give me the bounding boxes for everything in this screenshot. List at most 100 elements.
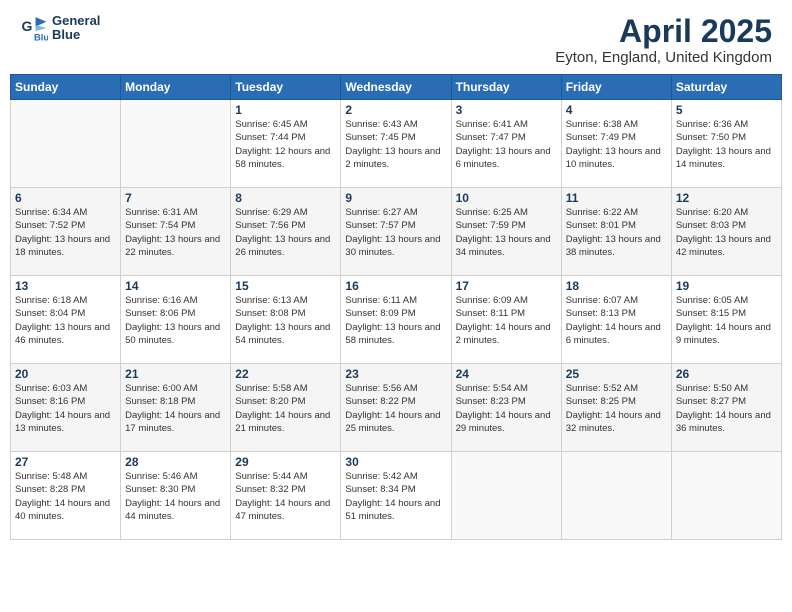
calendar-cell: 4Sunrise: 6:38 AM Sunset: 7:49 PM Daylig… [561, 100, 671, 188]
day-info: Sunrise: 6:05 AM Sunset: 8:15 PM Dayligh… [676, 294, 777, 347]
logo-line2: Blue [52, 28, 100, 42]
logo: G Blue General Blue [20, 14, 100, 43]
calendar-cell [561, 452, 671, 540]
calendar-header: SundayMondayTuesdayWednesdayThursdayFrid… [11, 75, 782, 100]
day-info: Sunrise: 6:18 AM Sunset: 8:04 PM Dayligh… [15, 294, 116, 347]
day-number: 8 [235, 191, 336, 205]
day-number: 6 [15, 191, 116, 205]
calendar-cell [671, 452, 781, 540]
week-row-2: 6Sunrise: 6:34 AM Sunset: 7:52 PM Daylig… [11, 188, 782, 276]
header-right: April 2025 Eyton, England, United Kingdo… [555, 14, 772, 66]
day-number: 15 [235, 279, 336, 293]
day-number: 9 [345, 191, 446, 205]
day-info: Sunrise: 5:54 AM Sunset: 8:23 PM Dayligh… [456, 382, 557, 435]
calendar-cell: 21Sunrise: 6:00 AM Sunset: 8:18 PM Dayli… [121, 364, 231, 452]
logo-text: General Blue [52, 14, 100, 43]
svg-text:G: G [22, 18, 33, 34]
calendar-table: SundayMondayTuesdayWednesdayThursdayFrid… [10, 74, 782, 540]
day-info: Sunrise: 6:31 AM Sunset: 7:54 PM Dayligh… [125, 206, 226, 259]
calendar: SundayMondayTuesdayWednesdayThursdayFrid… [0, 74, 792, 612]
day-number: 2 [345, 103, 446, 117]
day-info: Sunrise: 6:38 AM Sunset: 7:49 PM Dayligh… [566, 118, 667, 171]
day-info: Sunrise: 6:13 AM Sunset: 8:08 PM Dayligh… [235, 294, 336, 347]
day-info: Sunrise: 5:58 AM Sunset: 8:20 PM Dayligh… [235, 382, 336, 435]
day-info: Sunrise: 6:20 AM Sunset: 8:03 PM Dayligh… [676, 206, 777, 259]
day-info: Sunrise: 6:29 AM Sunset: 7:56 PM Dayligh… [235, 206, 336, 259]
calendar-cell: 3Sunrise: 6:41 AM Sunset: 7:47 PM Daylig… [451, 100, 561, 188]
calendar-cell: 20Sunrise: 6:03 AM Sunset: 8:16 PM Dayli… [11, 364, 121, 452]
calendar-cell: 13Sunrise: 6:18 AM Sunset: 8:04 PM Dayli… [11, 276, 121, 364]
weekday-header-thursday: Thursday [451, 75, 561, 100]
calendar-cell: 24Sunrise: 5:54 AM Sunset: 8:23 PM Dayli… [451, 364, 561, 452]
day-info: Sunrise: 5:44 AM Sunset: 8:32 PM Dayligh… [235, 470, 336, 523]
day-info: Sunrise: 6:00 AM Sunset: 8:18 PM Dayligh… [125, 382, 226, 435]
logo-icon: G Blue [20, 14, 48, 42]
day-number: 20 [15, 367, 116, 381]
location-title: Eyton, England, United Kingdom [555, 49, 772, 66]
calendar-cell: 18Sunrise: 6:07 AM Sunset: 8:13 PM Dayli… [561, 276, 671, 364]
day-number: 13 [15, 279, 116, 293]
day-info: Sunrise: 5:50 AM Sunset: 8:27 PM Dayligh… [676, 382, 777, 435]
calendar-cell: 9Sunrise: 6:27 AM Sunset: 7:57 PM Daylig… [341, 188, 451, 276]
weekday-header-sunday: Sunday [11, 75, 121, 100]
day-info: Sunrise: 6:27 AM Sunset: 7:57 PM Dayligh… [345, 206, 446, 259]
weekday-row: SundayMondayTuesdayWednesdayThursdayFrid… [11, 75, 782, 100]
day-info: Sunrise: 6:03 AM Sunset: 8:16 PM Dayligh… [15, 382, 116, 435]
calendar-cell: 22Sunrise: 5:58 AM Sunset: 8:20 PM Dayli… [231, 364, 341, 452]
day-number: 3 [456, 103, 557, 117]
calendar-cell: 27Sunrise: 5:48 AM Sunset: 8:28 PM Dayli… [11, 452, 121, 540]
day-number: 23 [345, 367, 446, 381]
day-number: 28 [125, 455, 226, 469]
day-number: 25 [566, 367, 667, 381]
calendar-cell: 7Sunrise: 6:31 AM Sunset: 7:54 PM Daylig… [121, 188, 231, 276]
day-number: 22 [235, 367, 336, 381]
day-info: Sunrise: 5:56 AM Sunset: 8:22 PM Dayligh… [345, 382, 446, 435]
calendar-cell: 29Sunrise: 5:44 AM Sunset: 8:32 PM Dayli… [231, 452, 341, 540]
calendar-cell: 11Sunrise: 6:22 AM Sunset: 8:01 PM Dayli… [561, 188, 671, 276]
week-row-3: 13Sunrise: 6:18 AM Sunset: 8:04 PM Dayli… [11, 276, 782, 364]
weekday-header-saturday: Saturday [671, 75, 781, 100]
calendar-cell: 6Sunrise: 6:34 AM Sunset: 7:52 PM Daylig… [11, 188, 121, 276]
calendar-cell: 15Sunrise: 6:13 AM Sunset: 8:08 PM Dayli… [231, 276, 341, 364]
day-number: 11 [566, 191, 667, 205]
day-info: Sunrise: 5:46 AM Sunset: 8:30 PM Dayligh… [125, 470, 226, 523]
calendar-cell: 25Sunrise: 5:52 AM Sunset: 8:25 PM Dayli… [561, 364, 671, 452]
day-info: Sunrise: 5:42 AM Sunset: 8:34 PM Dayligh… [345, 470, 446, 523]
day-info: Sunrise: 5:52 AM Sunset: 8:25 PM Dayligh… [566, 382, 667, 435]
calendar-cell: 17Sunrise: 6:09 AM Sunset: 8:11 PM Dayli… [451, 276, 561, 364]
calendar-cell [11, 100, 121, 188]
day-number: 4 [566, 103, 667, 117]
calendar-cell: 12Sunrise: 6:20 AM Sunset: 8:03 PM Dayli… [671, 188, 781, 276]
calendar-cell: 14Sunrise: 6:16 AM Sunset: 8:06 PM Dayli… [121, 276, 231, 364]
day-info: Sunrise: 6:43 AM Sunset: 7:45 PM Dayligh… [345, 118, 446, 171]
weekday-header-friday: Friday [561, 75, 671, 100]
calendar-cell: 30Sunrise: 5:42 AM Sunset: 8:34 PM Dayli… [341, 452, 451, 540]
day-number: 18 [566, 279, 667, 293]
day-info: Sunrise: 6:09 AM Sunset: 8:11 PM Dayligh… [456, 294, 557, 347]
month-title: April 2025 [555, 14, 772, 49]
day-number: 14 [125, 279, 226, 293]
day-number: 27 [15, 455, 116, 469]
week-row-1: 1Sunrise: 6:45 AM Sunset: 7:44 PM Daylig… [11, 100, 782, 188]
day-number: 17 [456, 279, 557, 293]
day-number: 21 [125, 367, 226, 381]
day-number: 19 [676, 279, 777, 293]
day-info: Sunrise: 6:41 AM Sunset: 7:47 PM Dayligh… [456, 118, 557, 171]
calendar-cell: 23Sunrise: 5:56 AM Sunset: 8:22 PM Dayli… [341, 364, 451, 452]
day-info: Sunrise: 6:34 AM Sunset: 7:52 PM Dayligh… [15, 206, 116, 259]
weekday-header-wednesday: Wednesday [341, 75, 451, 100]
day-number: 10 [456, 191, 557, 205]
calendar-cell: 8Sunrise: 6:29 AM Sunset: 7:56 PM Daylig… [231, 188, 341, 276]
day-info: Sunrise: 6:16 AM Sunset: 8:06 PM Dayligh… [125, 294, 226, 347]
calendar-cell: 28Sunrise: 5:46 AM Sunset: 8:30 PM Dayli… [121, 452, 231, 540]
calendar-cell: 1Sunrise: 6:45 AM Sunset: 7:44 PM Daylig… [231, 100, 341, 188]
day-info: Sunrise: 6:25 AM Sunset: 7:59 PM Dayligh… [456, 206, 557, 259]
calendar-cell: 16Sunrise: 6:11 AM Sunset: 8:09 PM Dayli… [341, 276, 451, 364]
day-info: Sunrise: 5:48 AM Sunset: 8:28 PM Dayligh… [15, 470, 116, 523]
weekday-header-tuesday: Tuesday [231, 75, 341, 100]
page: G Blue General Blue April 2025 Eyton, En… [0, 0, 792, 612]
calendar-cell [121, 100, 231, 188]
day-info: Sunrise: 6:36 AM Sunset: 7:50 PM Dayligh… [676, 118, 777, 171]
calendar-cell [451, 452, 561, 540]
week-row-5: 27Sunrise: 5:48 AM Sunset: 8:28 PM Dayli… [11, 452, 782, 540]
